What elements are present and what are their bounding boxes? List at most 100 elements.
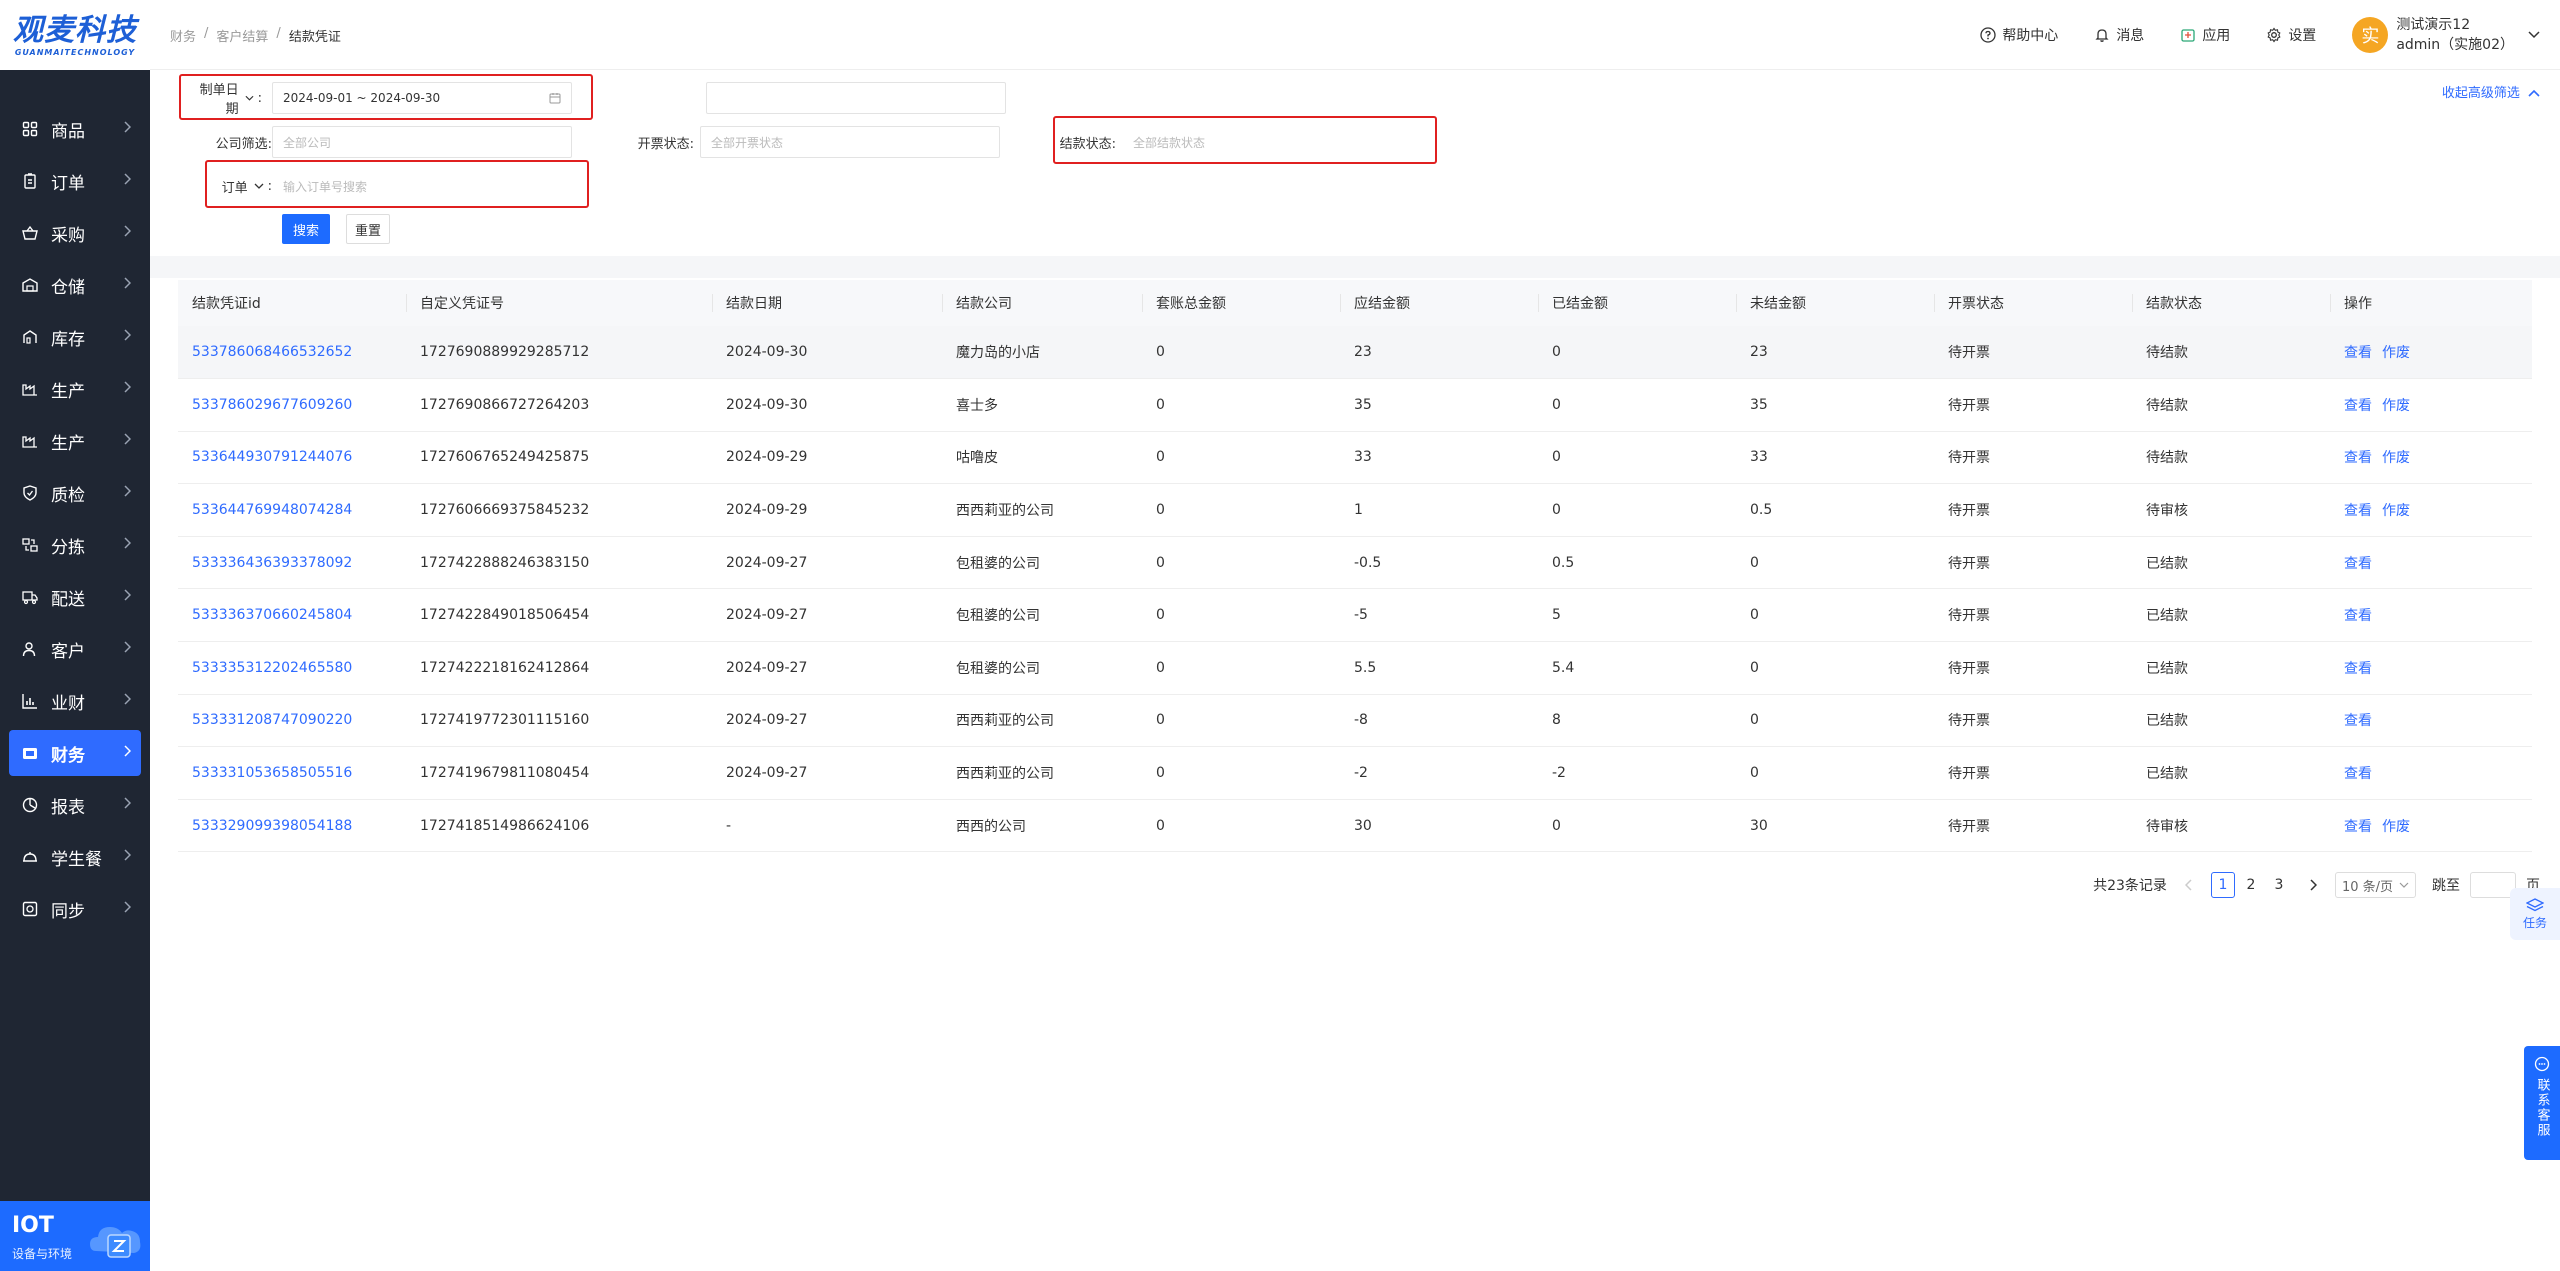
search-button[interactable]: 搜索 <box>282 214 330 244</box>
sidebar-item[interactable]: 财务 <box>9 730 141 776</box>
date-range-picker[interactable]: 2024-09-01 ~ 2024-09-30 <box>272 82 572 114</box>
warehouse-icon <box>21 276 39 294</box>
cell-custom: 1727606765249425875 <box>406 431 712 485</box>
date-filter: 制单日期 : 2024-09-01 ~ 2024-09-30 <box>192 79 572 117</box>
sidebar-item[interactable]: 学生餐 <box>9 834 141 880</box>
breadcrumb-item[interactable]: 财务 <box>170 26 196 45</box>
void-button[interactable]: 作废 <box>2382 819 2410 835</box>
pagination: 共23条记录 123 10 条/页 跳至 页 <box>2083 872 2540 898</box>
sidebar-item[interactable]: 仓储 <box>9 262 141 308</box>
order-placeholder: 输入订单号搜索 <box>283 179 368 194</box>
settings-button[interactable]: 设置 <box>2266 25 2316 45</box>
iot-banner[interactable]: IOT 设备与环境 <box>0 1201 150 1271</box>
void-button[interactable]: 作废 <box>2382 398 2410 414</box>
voucher-id-link[interactable]: 533336370660245804 <box>192 607 352 623</box>
sidebar-item[interactable]: 报表 <box>9 782 141 828</box>
grid-icon <box>21 120 39 138</box>
void-button[interactable]: 作废 <box>2382 450 2410 466</box>
voucher-id-link[interactable]: 533336436393378092 <box>192 555 352 571</box>
view-button[interactable]: 查看 <box>2344 766 2372 782</box>
help-center-button[interactable]: 帮助中心 <box>1980 25 2058 45</box>
cell-custom: 1727422849018506454 <box>406 588 712 643</box>
view-button[interactable]: 查看 <box>2344 713 2372 729</box>
contact-service-button[interactable]: 联系客服 <box>2524 1046 2560 1160</box>
cell-invoice: 待开票 <box>1934 694 2132 748</box>
cell-due: -5 <box>1340 588 1538 643</box>
voucher-id-link[interactable]: 533644930791244076 <box>192 449 352 465</box>
column-header: 未结金额 <box>1736 280 1934 326</box>
custom-id-input[interactable] <box>706 82 1006 114</box>
user-icon <box>21 640 39 658</box>
sidebar-item[interactable]: 配送 <box>9 574 141 620</box>
reset-button[interactable]: 重置 <box>346 214 390 244</box>
column-header: 自定义凭证号 <box>406 280 712 326</box>
view-button[interactable]: 查看 <box>2344 503 2372 519</box>
view-button[interactable]: 查看 <box>2344 398 2372 414</box>
sidebar-item[interactable]: 订单 <box>9 158 141 204</box>
chevron-right-icon <box>123 329 132 345</box>
cell-ops: 查看 <box>2330 536 2532 590</box>
page-button[interactable]: 2 <box>2239 872 2263 898</box>
chevron-right-icon <box>123 537 132 553</box>
view-button[interactable]: 查看 <box>2344 450 2372 466</box>
chevron-right-icon <box>123 901 132 917</box>
voucher-id-link[interactable]: 533335312202465580 <box>192 660 352 676</box>
sidebar-item[interactable]: 商品 <box>9 106 141 152</box>
sidebar-item[interactable]: 库存 <box>9 314 141 360</box>
sidebar-item-label: 商品 <box>51 121 85 142</box>
voucher-id-link[interactable]: 533329099398054188 <box>192 818 352 834</box>
page-button[interactable]: 1 <box>2210 872 2235 898</box>
voucher-id-link[interactable]: 533644769948074284 <box>192 502 352 518</box>
user-menu[interactable]: 实 测试演示12 admin（实施02） <box>2352 15 2540 55</box>
voucher-id-link[interactable]: 533331053658505516 <box>192 765 352 781</box>
void-button[interactable]: 作废 <box>2382 503 2410 519</box>
cloud-device-icon <box>90 1227 141 1258</box>
sidebar-item[interactable]: 业财 <box>9 678 141 724</box>
cell-id: 533331053658505516 <box>178 746 406 800</box>
void-button[interactable]: 作废 <box>2382 345 2410 361</box>
voucher-id-link[interactable]: 533786068466532652 <box>192 344 352 360</box>
cell-total: 0 <box>1142 588 1340 643</box>
voucher-id-link[interactable]: 533786029677609260 <box>192 397 352 413</box>
collapse-filter-link[interactable]: 收起高级筛选 <box>2442 82 2540 101</box>
messages-button[interactable]: 消息 <box>2094 25 2144 45</box>
breadcrumb-separator: / <box>204 26 209 41</box>
settle-select[interactable]: 全部结款状态 <box>1122 126 1422 158</box>
column-header: 结款日期 <box>712 280 942 326</box>
page-size-select[interactable]: 10 条/页 <box>2334 872 2416 898</box>
sidebar-item-label: 分拣 <box>51 537 85 558</box>
cell-company: 包租婆的公司 <box>942 641 1142 695</box>
order-type-select[interactable]: 订单 : <box>192 177 272 196</box>
chevron-right-icon <box>123 641 132 657</box>
prev-page-button[interactable] <box>2177 872 2201 898</box>
breadcrumb-item[interactable]: 客户结算 <box>216 26 268 45</box>
order-search-input[interactable]: 输入订单号搜索 <box>272 170 572 202</box>
sidebar-item[interactable]: 质检 <box>9 470 141 516</box>
cell-custom: 1727690889929285712 <box>406 326 712 380</box>
next-page-button[interactable] <box>2301 872 2325 898</box>
avatar: 实 <box>2352 17 2389 53</box>
voucher-id-link[interactable]: 533331208747090220 <box>192 712 352 728</box>
sidebar-item[interactable]: 生产 <box>9 366 141 412</box>
company-select[interactable]: 全部公司 <box>272 126 572 158</box>
sidebar-item[interactable]: 同步 <box>9 886 141 932</box>
page-button[interactable]: 3 <box>2267 872 2291 898</box>
sidebar-item[interactable]: 生产 <box>9 418 141 464</box>
task-float-button[interactable]: 任务 <box>2510 888 2560 940</box>
sidebar-item[interactable]: 采购 <box>9 210 141 256</box>
date-type-select[interactable]: 制单日期 : <box>192 79 262 117</box>
factory-icon <box>21 380 39 398</box>
sidebar-item[interactable]: 分拣 <box>9 522 141 568</box>
apps-button[interactable]: 应用 <box>2180 25 2230 45</box>
view-button[interactable]: 查看 <box>2344 345 2372 361</box>
view-button[interactable]: 查看 <box>2344 819 2372 835</box>
table-row: 533335312202465580 1727422218162412864 202… <box>178 641 2532 695</box>
voucher-table: 结款凭证id 自定义凭证号 结款日期 结款公司 套账总金额 应结金额 已结金额 未结金额 开票状… <box>178 280 2532 853</box>
sidebar-item[interactable]: 客户 <box>9 626 141 672</box>
view-button[interactable]: 查看 <box>2344 661 2372 677</box>
brand-logo[interactable]: 观麦科技 GUANMAITECHNOLOGY <box>0 0 150 70</box>
view-button[interactable]: 查看 <box>2344 556 2372 572</box>
invoice-select[interactable]: 全部开票状态 <box>700 126 1000 158</box>
column-header: 应结金额 <box>1340 280 1538 326</box>
view-button[interactable]: 查看 <box>2344 608 2372 624</box>
